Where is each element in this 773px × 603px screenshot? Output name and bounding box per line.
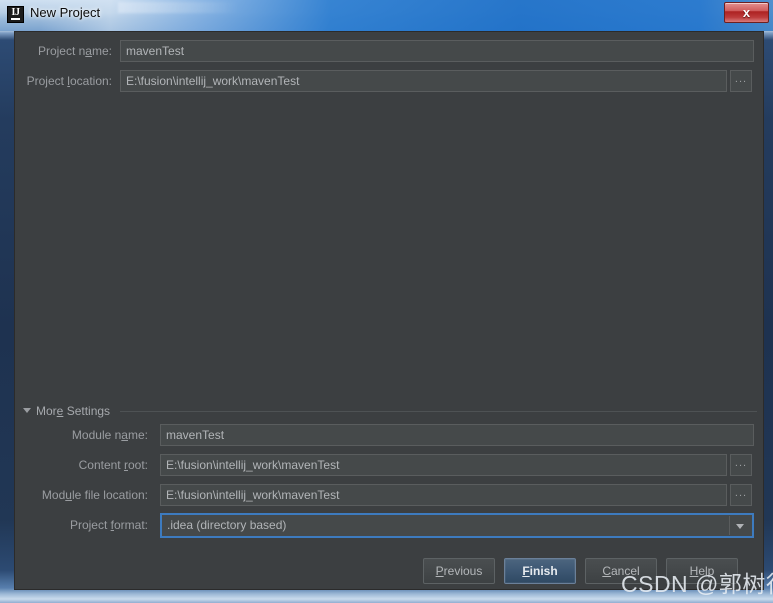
content-root-label: Content root: bbox=[78, 458, 148, 472]
ellipsis-icon: ... bbox=[734, 487, 748, 499]
content-root-row: Content root: E:\fusion\intellij_work\ma… bbox=[15, 454, 757, 476]
previous-button[interactable]: Previous bbox=[423, 558, 495, 584]
titlebar-ghost-artifact bbox=[118, 2, 238, 13]
project-format-row: Project format: .idea (directory based) bbox=[15, 513, 757, 538]
module-name-row: Module name: mavenTest bbox=[15, 424, 757, 446]
intellij-idea-icon-glyph: IJ bbox=[11, 7, 20, 18]
project-name-label: Project name: bbox=[37, 44, 112, 58]
cancel-button[interactable]: Cancel bbox=[585, 558, 657, 584]
dialog-client-area: Project name: mavenTest Project location… bbox=[14, 31, 764, 590]
window-titlebar[interactable]: IJ New Project x bbox=[0, 0, 773, 31]
project-name-row: Project name: mavenTest bbox=[15, 40, 757, 62]
ellipsis-icon: ... bbox=[734, 73, 748, 85]
chevron-down-icon[interactable] bbox=[736, 524, 744, 529]
new-project-dialog-window: IJ New Project x Project name: mavenTest… bbox=[0, 0, 773, 603]
window-title: New Project bbox=[30, 5, 101, 20]
content-root-browse-button[interactable]: ... bbox=[730, 454, 752, 476]
help-button[interactable]: Help bbox=[666, 558, 738, 584]
intellij-idea-icon-bar bbox=[11, 18, 20, 20]
module-file-location-input[interactable]: E:\fusion\intellij_work\mavenTest bbox=[160, 484, 727, 506]
ellipsis-icon: ... bbox=[734, 457, 748, 469]
project-location-browse-button[interactable]: ... bbox=[730, 70, 752, 92]
more-settings-label: More Settings bbox=[36, 404, 111, 418]
intellij-idea-icon: IJ bbox=[7, 6, 24, 23]
close-icon: x bbox=[742, 5, 751, 20]
module-name-input[interactable]: mavenTest bbox=[160, 424, 754, 446]
close-button[interactable]: x bbox=[724, 2, 769, 23]
more-settings-section-header[interactable]: More Settings bbox=[23, 403, 757, 419]
project-format-selected-value: .idea (directory based) bbox=[167, 518, 287, 532]
project-location-row: Project location: E:\fusion\intellij_wor… bbox=[15, 70, 757, 92]
module-file-location-row: Module file location: E:\fusion\intellij… bbox=[15, 484, 757, 506]
content-root-input[interactable]: E:\fusion\intellij_work\mavenTest bbox=[160, 454, 727, 476]
project-name-input[interactable]: mavenTest bbox=[120, 40, 754, 62]
more-settings-divider bbox=[120, 411, 757, 412]
project-format-select[interactable]: .idea (directory based) bbox=[160, 513, 754, 538]
project-format-separator bbox=[729, 516, 730, 535]
module-file-location-label: Module file location: bbox=[41, 488, 148, 502]
project-location-input[interactable]: E:\fusion\intellij_work\mavenTest bbox=[120, 70, 727, 92]
finish-button[interactable]: Finish bbox=[504, 558, 576, 584]
chevron-down-icon[interactable] bbox=[23, 408, 31, 413]
module-file-location-browse-button[interactable]: ... bbox=[730, 484, 752, 506]
project-format-label: Project format: bbox=[69, 518, 148, 532]
module-name-label: Module name: bbox=[71, 428, 148, 442]
project-location-label: Project location: bbox=[26, 74, 112, 88]
